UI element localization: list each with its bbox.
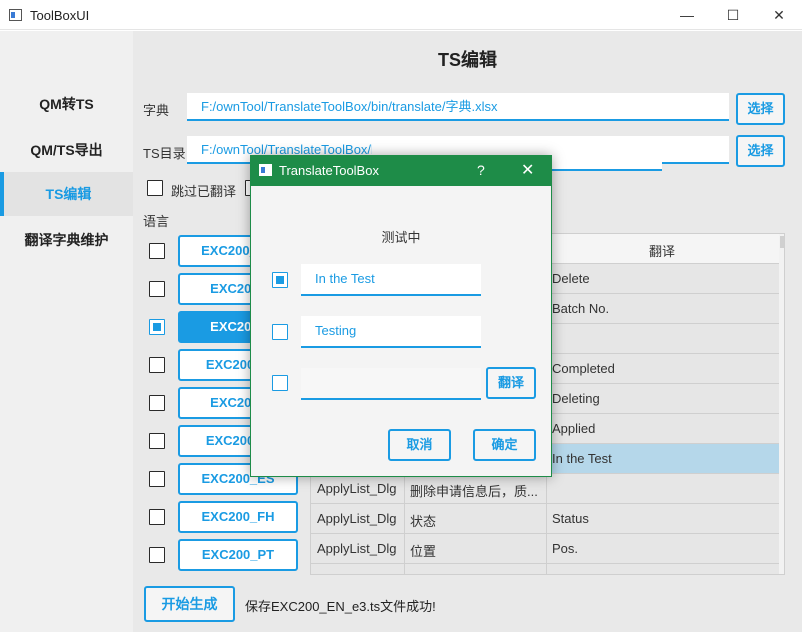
window-titlebar: ToolBoxUI — ☐ ✕ — [0, 0, 802, 30]
cell-translation: Batch No. — [552, 301, 610, 316]
generate-button[interactable]: 开始生成 — [144, 586, 235, 622]
app-icon — [9, 9, 22, 21]
cell-translation: Applied — [552, 421, 596, 436]
option-checkbox[interactable] — [272, 324, 288, 340]
option-input[interactable]: Testing — [301, 316, 481, 348]
cell-source: 位置 — [410, 544, 437, 559]
language-checkbox[interactable] — [149, 433, 165, 449]
help-icon[interactable]: ? — [477, 162, 485, 178]
option-checkbox[interactable] — [272, 272, 288, 288]
cancel-button[interactable]: 取消 — [388, 429, 451, 461]
language-checkbox[interactable] — [149, 547, 165, 563]
language-checkbox[interactable] — [149, 243, 165, 259]
cell-translation: Deleting — [552, 391, 600, 406]
language-checkbox[interactable] — [149, 471, 165, 487]
language-label: 语言 — [143, 214, 170, 229]
minimize-icon[interactable]: — — [664, 0, 710, 30]
language-checkbox[interactable] — [149, 395, 165, 411]
ok-button[interactable]: 确定 — [473, 429, 536, 461]
cell-context: ApplyList_Dlg — [317, 541, 397, 556]
sidebar-item-qm-ts-export[interactable]: QM/TS导出 — [0, 128, 133, 172]
table-row[interactable] — [311, 564, 784, 574]
cell-context: ApplyList_Dlg — [317, 481, 397, 496]
translate-dialog: TranslateToolBox ? ✕ 测试中 In the Test Tes… — [250, 155, 552, 477]
column-header-translation[interactable]: 翻译 — [649, 241, 675, 260]
cell-translation: Pos. — [552, 541, 579, 556]
language-checkbox[interactable] — [149, 509, 165, 525]
dict-path-input[interactable]: F:/ownTool/TranslateToolBox/bin/translat… — [187, 93, 729, 121]
table-row[interactable]: ApplyList_Dlg 位置 Pos. — [311, 534, 784, 564]
dialog-titlebar[interactable]: TranslateToolBox ? ✕ — [251, 156, 551, 186]
cell-translation: Completed — [552, 361, 615, 376]
list-item: EXC200_FH — [143, 501, 299, 539]
close-icon[interactable]: ✕ — [756, 0, 802, 30]
status-message: 保存EXC200_EN_e3.ts文件成功! — [245, 599, 436, 614]
cell-source: 删除申请信息后，质... — [410, 484, 538, 499]
cell-source: 状态 — [410, 514, 437, 529]
language-checkbox[interactable] — [149, 357, 165, 373]
sidebar: QM转TS QM/TS导出 TS编辑 翻译字典维护 — [0, 31, 133, 632]
cell-translation: Status — [552, 511, 589, 526]
table-row[interactable]: ApplyList_Dlg 删除申请信息后，质... — [311, 474, 784, 504]
scrollbar-thumb[interactable] — [780, 236, 784, 248]
sidebar-item-ts-edit[interactable]: TS编辑 — [0, 172, 133, 216]
option-checkbox[interactable] — [272, 375, 288, 391]
dialog-title: TranslateToolBox — [279, 163, 379, 178]
language-button[interactable]: EXC200_PT — [178, 539, 298, 571]
custom-translation-input[interactable] — [301, 368, 481, 400]
dict-label: 字典 — [143, 103, 170, 118]
table-row[interactable]: ApplyList_Dlg 状态 Status — [311, 504, 784, 534]
cell-translation: In the Test — [552, 451, 612, 466]
window-title: ToolBoxUI — [30, 8, 90, 23]
dict-browse-button[interactable]: 选择 — [736, 93, 785, 125]
dialog-source-text: 测试中 — [381, 230, 421, 245]
list-item: EXC200_PT — [143, 539, 299, 575]
ts-dir-browse-button[interactable]: 选择 — [736, 135, 785, 167]
skip-translated-checkbox[interactable] — [147, 180, 163, 196]
dialog-close-icon[interactable]: ✕ — [521, 160, 534, 180]
table-scrollbar[interactable] — [779, 234, 784, 574]
sidebar-item-qm-to-ts[interactable]: QM转TS — [0, 82, 133, 126]
language-button[interactable]: EXC200_FH — [178, 501, 298, 533]
sidebar-item-dictionary[interactable]: 翻译字典维护 — [0, 218, 133, 262]
skip-translated-label: 跳过已翻译 — [171, 184, 237, 199]
cell-translation: Delete — [552, 271, 590, 286]
cell-context: ApplyList_Dlg — [317, 511, 397, 526]
page-title: TS编辑 — [437, 50, 497, 70]
ts-dir-label: TS目录 — [143, 146, 186, 161]
option-input[interactable]: In the Test — [301, 264, 481, 296]
maximize-icon[interactable]: ☐ — [710, 0, 756, 30]
language-checkbox[interactable] — [149, 319, 165, 335]
language-checkbox[interactable] — [149, 281, 165, 297]
translate-button[interactable]: 翻译 — [486, 367, 536, 399]
dialog-app-icon — [259, 164, 272, 176]
